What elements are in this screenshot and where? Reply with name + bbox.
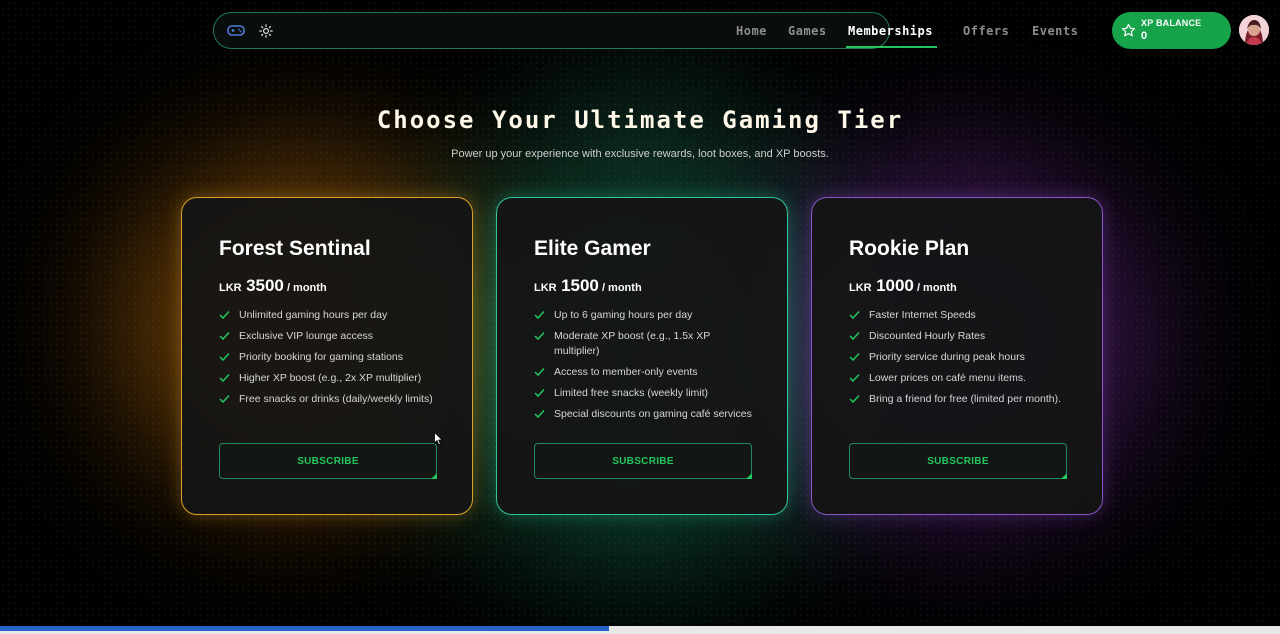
plan-currency: LKR	[219, 282, 242, 294]
plan-card-rookie-plan: Rookie Plan LKR 1000 / month Faster Inte…	[811, 197, 1103, 515]
check-icon	[219, 373, 230, 383]
plan-price: LKR 1000 / month	[849, 276, 1102, 298]
plan-card-elite-gamer: Elite Gamer LKR 1500 / month Up to 6 gam…	[496, 197, 788, 515]
nav-link-events[interactable]: Events	[1032, 13, 1078, 50]
check-icon	[849, 310, 860, 320]
feature-text: Faster Internet Speeds	[869, 309, 976, 321]
plan-features: Faster Internet Speeds Discounted Hourly…	[849, 308, 1067, 407]
plan-period: / month	[913, 282, 957, 294]
subscribe-button-label: SUBSCRIBE	[612, 455, 674, 467]
feature-item: Higher XP boost (e.g., 2x XP multiplier)	[219, 371, 437, 386]
check-icon	[849, 331, 860, 341]
feature-item: Limited free snacks (weekly limit)	[534, 386, 752, 401]
feature-text: Higher XP boost (e.g., 2x XP multiplier)	[239, 372, 422, 384]
plan-currency: LKR	[534, 282, 557, 294]
plan-amount: 1500	[561, 276, 599, 295]
subscribe-button[interactable]: SUBSCRIBE	[534, 443, 752, 479]
check-icon	[534, 367, 545, 377]
nav-link-home[interactable]: Home	[736, 13, 767, 50]
feature-text: Priority service during peak hours	[869, 351, 1025, 363]
plan-price: LKR 3500 / month	[219, 276, 472, 298]
feature-text: Free snacks or drinks (daily/weekly limi…	[239, 393, 433, 405]
feature-text: Unlimited gaming hours per day	[239, 309, 388, 321]
feature-text: Priority booking for gaming stations	[239, 351, 403, 363]
feature-item: Priority service during peak hours	[849, 350, 1067, 365]
nav-link-games[interactable]: Games	[788, 13, 827, 50]
corner-accent-icon	[431, 473, 437, 479]
corner-accent-icon	[746, 473, 752, 479]
feature-text: Discounted Hourly Rates	[869, 330, 986, 342]
corner-accent-icon	[1061, 473, 1067, 479]
feature-text: Access to member-only events	[554, 366, 698, 378]
feature-item: Lower prices on café menu items.	[849, 371, 1067, 386]
plan-currency: LKR	[849, 282, 872, 294]
scroll-progress-fill	[0, 626, 610, 631]
check-icon	[849, 373, 860, 383]
feature-text: Up to 6 gaming hours per day	[554, 309, 693, 321]
xp-balance-label: XP BALANCE	[1141, 18, 1202, 28]
xp-balance-value: 0	[1141, 30, 1148, 42]
plan-card-forest-sentinal: Forest Sentinal LKR 3500 / month Unlimit…	[181, 197, 473, 515]
check-icon	[219, 310, 230, 320]
plan-name: Rookie Plan	[849, 237, 970, 260]
feature-text: Exclusive VIP lounge access	[239, 330, 374, 342]
nav-link-memberships[interactable]: Memberships	[846, 13, 937, 50]
feature-text: Lower prices on café menu items.	[869, 372, 1026, 384]
subscribe-button-label: SUBSCRIBE	[927, 455, 989, 467]
check-icon	[849, 352, 860, 362]
page-subtitle: Power up your experience with exclusive …	[451, 148, 829, 160]
feature-text: Bring a friend for free (limited per mon…	[869, 393, 1061, 405]
check-icon	[534, 409, 545, 419]
plan-period: / month	[283, 282, 327, 294]
star-icon	[1121, 23, 1136, 37]
subscribe-button-label: SUBSCRIBE	[297, 455, 359, 467]
plan-amount: 1000	[876, 276, 914, 295]
check-icon	[219, 331, 230, 341]
mouse-cursor-icon	[434, 432, 444, 446]
plan-features: Up to 6 gaming hours per day Moderate XP…	[534, 308, 752, 422]
feature-text: Special discounts on gaming café service…	[554, 408, 752, 420]
sun-icon[interactable]	[259, 24, 273, 38]
top-navbar: Home Games Memberships Offers Events	[213, 12, 1078, 50]
nav-link-offers[interactable]: Offers	[963, 13, 1009, 50]
plan-price: LKR 1500 / month	[534, 276, 787, 298]
feature-text: Moderate XP boost (e.g., 1.5x XP multipl…	[554, 330, 711, 357]
gamepad-icon[interactable]	[227, 24, 245, 37]
plan-amount: 3500	[246, 276, 284, 295]
feature-item: Discounted Hourly Rates	[849, 329, 1067, 344]
check-icon	[849, 394, 860, 404]
subscribe-button[interactable]: SUBSCRIBE	[849, 443, 1067, 479]
feature-item: Free snacks or drinks (daily/weekly limi…	[219, 392, 437, 407]
check-icon	[534, 310, 545, 320]
feature-item: Moderate XP boost (e.g., 1.5x XP multipl…	[534, 329, 752, 359]
feature-item: Exclusive VIP lounge access	[219, 329, 437, 344]
xp-balance-badge[interactable]: XP BALANCE 0	[1112, 12, 1231, 49]
scroll-progress-track	[0, 626, 1280, 634]
feature-item: Up to 6 gaming hours per day	[534, 308, 752, 323]
check-icon	[219, 352, 230, 362]
feature-item: Access to member-only events	[534, 365, 752, 380]
feature-text: Limited free snacks (weekly limit)	[554, 387, 709, 399]
check-icon	[219, 394, 230, 404]
feature-item: Bring a friend for free (limited per mon…	[849, 392, 1067, 407]
plan-name: Elite Gamer	[534, 237, 651, 260]
feature-item: Special discounts on gaming café service…	[534, 407, 752, 422]
user-avatar[interactable]	[1239, 15, 1269, 45]
subscribe-button[interactable]: SUBSCRIBE	[219, 443, 437, 479]
feature-item: Faster Internet Speeds	[849, 308, 1067, 323]
page-title: Choose Your Ultimate Gaming Tier	[376, 106, 904, 134]
feature-item: Unlimited gaming hours per day	[219, 308, 437, 323]
plan-features: Unlimited gaming hours per day Exclusive…	[219, 308, 437, 407]
check-icon	[534, 388, 545, 398]
plan-period: / month	[598, 282, 642, 294]
check-icon	[534, 331, 545, 341]
plan-name: Forest Sentinal	[219, 237, 371, 260]
feature-item: Priority booking for gaming stations	[219, 350, 437, 365]
